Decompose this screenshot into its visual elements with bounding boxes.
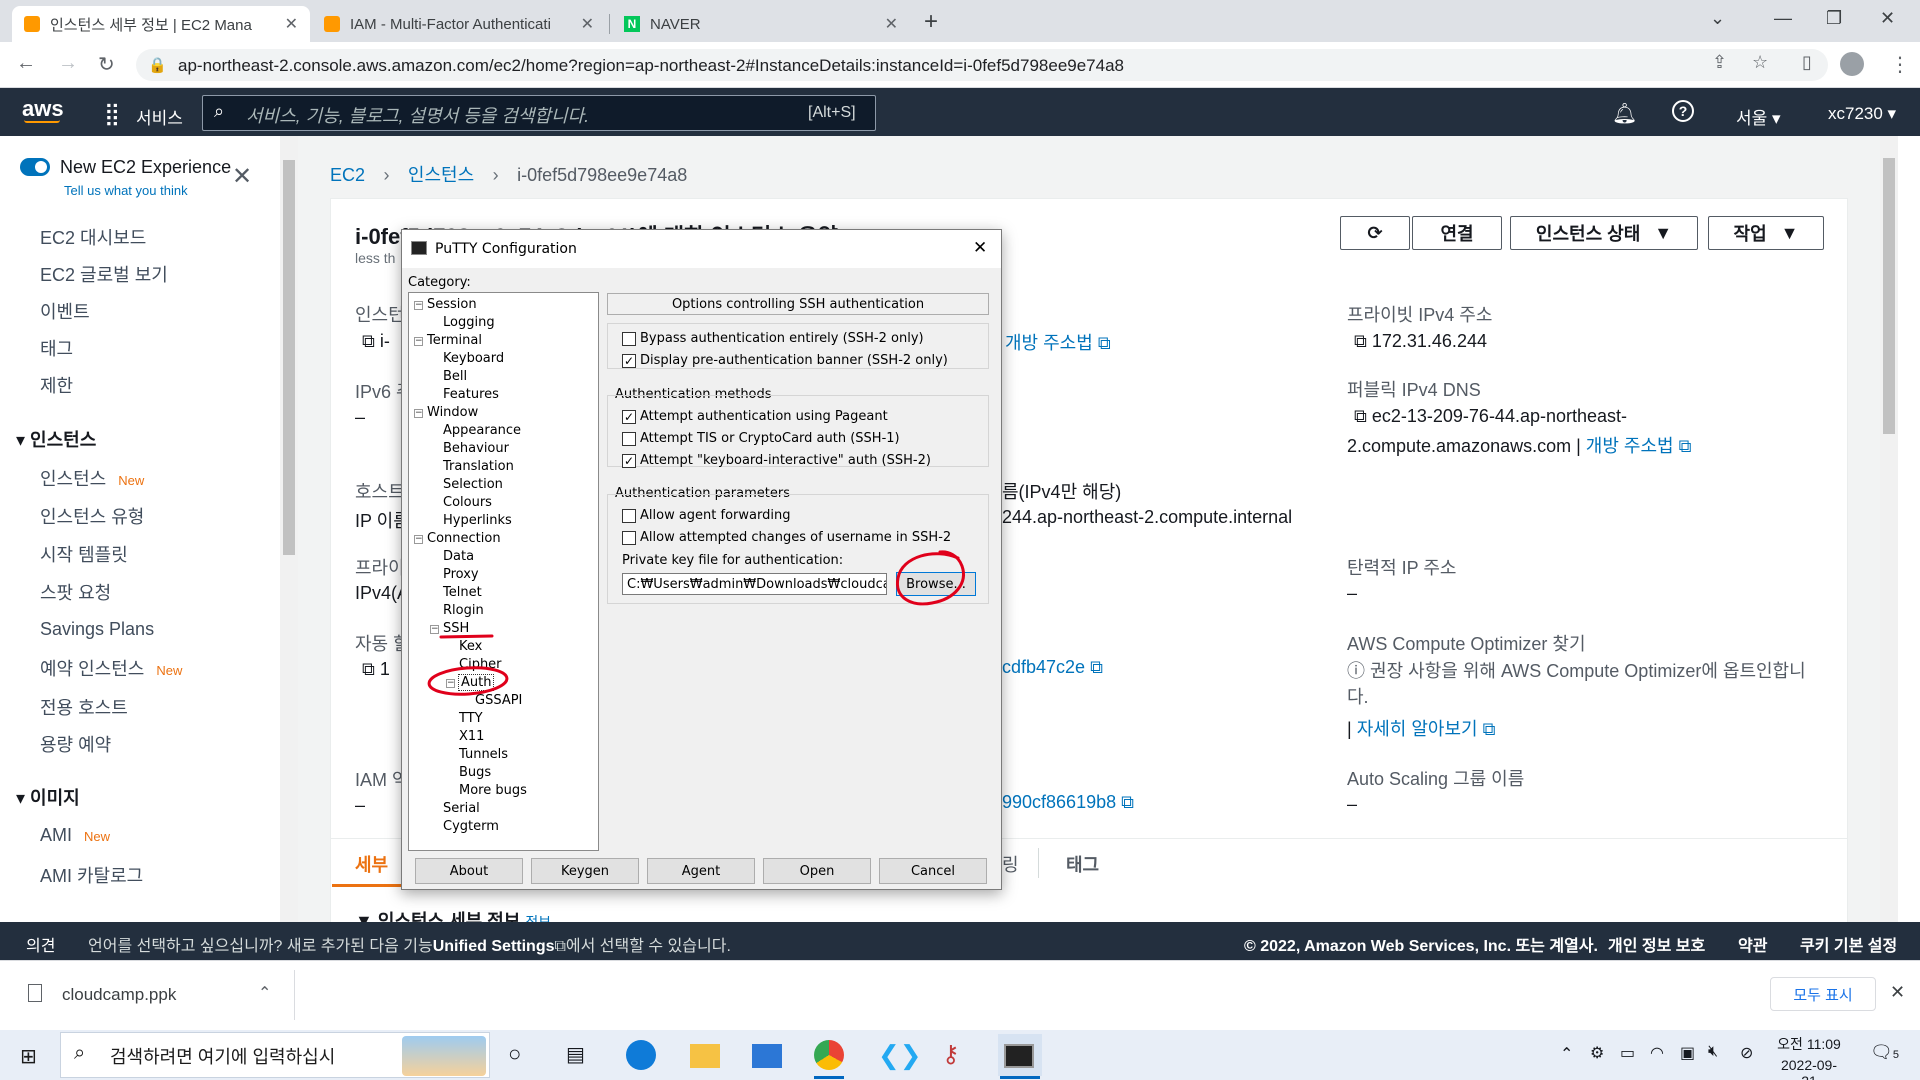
browse-circle-annotation [895,550,965,606]
auth-circle-annotation [427,666,509,696]
ssh-underline-annotation [439,634,494,639]
annotation-layer [427,550,965,696]
